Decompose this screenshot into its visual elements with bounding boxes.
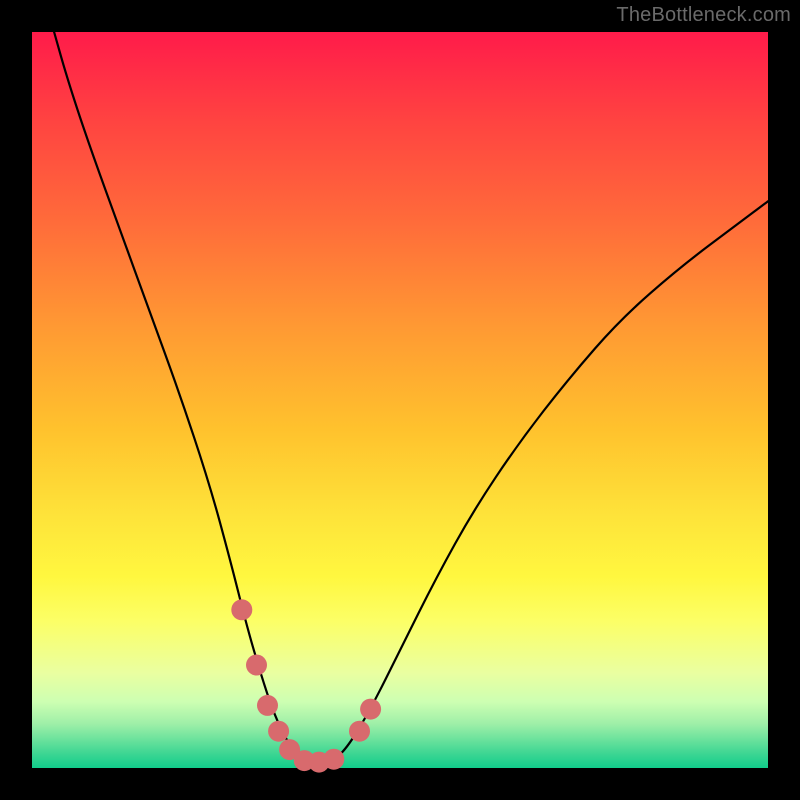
marker-cluster-left	[231, 599, 344, 772]
curve-marker	[246, 655, 267, 676]
curve-marker	[257, 695, 278, 716]
bottleneck-curve	[54, 32, 768, 763]
watermark-text: TheBottleneck.com	[616, 4, 791, 27]
curve-marker	[360, 699, 381, 720]
curve-marker	[231, 599, 252, 620]
curve-marker	[349, 721, 370, 742]
chart-frame: TheBottleneck.com	[0, 0, 800, 800]
curve-marker	[268, 721, 289, 742]
chart-svg	[32, 32, 768, 768]
curve-marker	[323, 749, 344, 770]
plot-area	[32, 32, 768, 768]
